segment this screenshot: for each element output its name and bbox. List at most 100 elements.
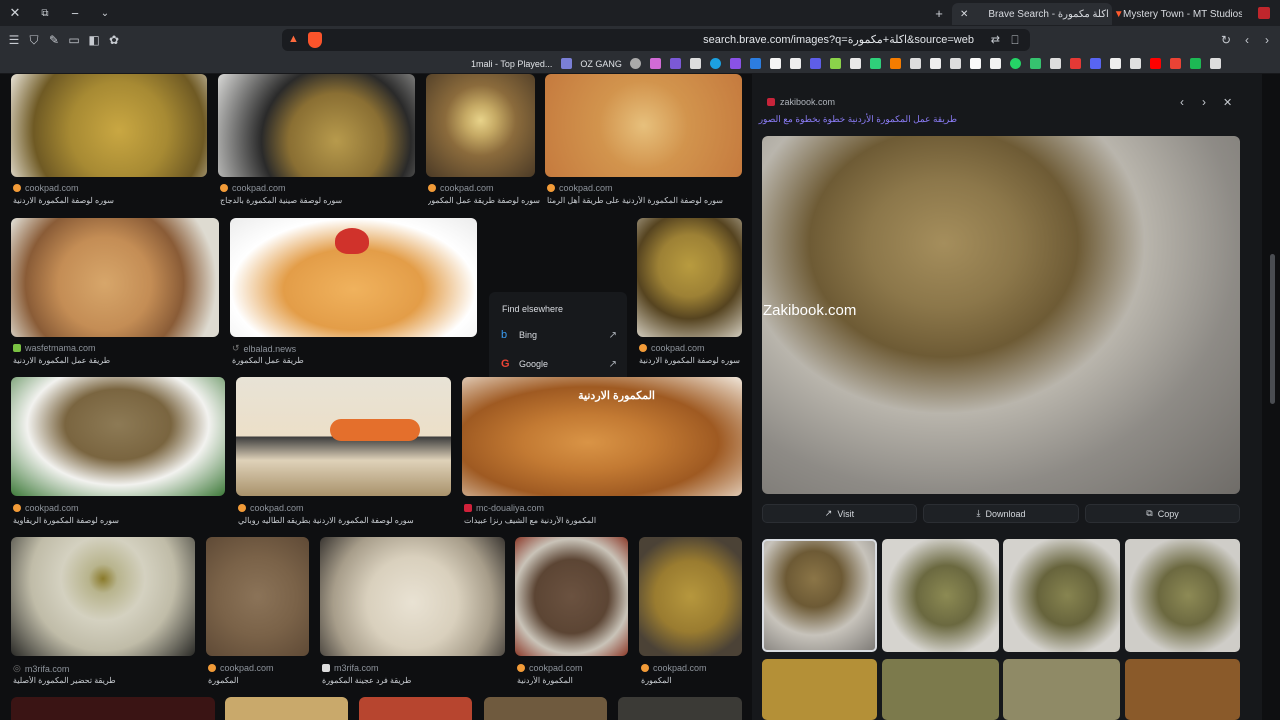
bookmark-1mali[interactable]: 1mali - Top Played...	[468, 56, 555, 72]
visit-button[interactable]: ↗ Visit	[762, 504, 917, 523]
related-thumbnail[interactable]	[1125, 539, 1240, 652]
back-icon[interactable]: ‹	[1237, 30, 1257, 50]
result-caption[interactable]: سوره لوصفة المكمورة الاردنية بطريقه الطا…	[238, 516, 453, 525]
related-thumbnail[interactable]	[882, 539, 999, 652]
sidebar-icon[interactable]: ◧	[84, 30, 104, 50]
result-image[interactable]	[545, 74, 742, 177]
related-thumbnail[interactable]	[1003, 659, 1120, 720]
extensions-icon[interactable]: ✎	[44, 30, 64, 50]
share-icon[interactable]: ⇄	[991, 33, 1000, 46]
result-source[interactable]: cookpad.com	[547, 183, 613, 193]
result-image[interactable]	[11, 697, 215, 720]
result-caption[interactable]: المكمورة	[641, 676, 741, 685]
preview-title-link[interactable]: طريقة عمل المكمورة الأردنية خطوة بخطوة م…	[759, 114, 957, 125]
close-tab-icon[interactable]: ✕	[960, 9, 968, 20]
bookmark-icon[interactable]	[1070, 58, 1082, 69]
bookmark-icon[interactable]	[890, 58, 902, 69]
bookmark-icon[interactable]	[850, 58, 862, 69]
result-source[interactable]: cookpad.com	[13, 503, 79, 513]
result-image[interactable]	[218, 74, 415, 177]
preview-source[interactable]: zakibook.com	[767, 97, 835, 107]
preview-next-icon[interactable]: ›	[1202, 95, 1206, 109]
new-tab-button[interactable]: +	[924, 0, 954, 26]
bookmark-icon[interactable]	[930, 58, 942, 69]
reload-icon[interactable]: ↻	[1216, 30, 1236, 50]
result-image[interactable]	[484, 697, 607, 720]
related-thumbnail[interactable]	[762, 539, 877, 652]
result-source[interactable]: cookpad.com	[220, 183, 286, 193]
result-caption[interactable]: طريقة عمل المكمورة	[232, 356, 472, 365]
result-caption[interactable]: طريقة تحضير المكمورة الأصلية	[13, 676, 193, 685]
bookmark-icon[interactable]	[910, 58, 922, 69]
copy-button[interactable]: ⧉ Copy	[1085, 504, 1240, 523]
related-thumbnail[interactable]	[1125, 659, 1240, 720]
result-caption[interactable]: سوره لوصفة صينية المكمورة بالدجاج	[220, 196, 410, 205]
page-scrollbar[interactable]	[1266, 74, 1280, 720]
result-caption[interactable]: سوره لوصفة طريقة عمل المكمورة الاردنية	[428, 196, 540, 205]
result-image[interactable]	[359, 697, 472, 720]
result-caption[interactable]: طريقة فرد عجينة المكمورة	[322, 676, 502, 685]
bookmark-icon[interactable]	[990, 58, 1002, 69]
bookmark-icon[interactable]	[1010, 58, 1022, 69]
result-image[interactable]	[206, 537, 309, 656]
bookmark-icon[interactable]	[560, 58, 572, 69]
result-image[interactable]	[426, 74, 535, 177]
result-source[interactable]: cookpad.com	[517, 663, 583, 673]
related-thumbnail[interactable]	[1003, 539, 1120, 652]
bookmark-icon[interactable]	[1050, 58, 1062, 69]
bookmark-icon[interactable]	[650, 58, 662, 69]
result-caption[interactable]: سوره لوصفة المكمورة الاردنية	[13, 196, 203, 205]
bookmark-oz-gang[interactable]: OZ GANG	[577, 56, 625, 72]
scrollbar-thumb[interactable]	[1270, 254, 1275, 404]
result-source[interactable]: mc-doualiya.com	[464, 503, 544, 513]
bookmark-icon[interactable]	[670, 58, 682, 69]
tab-mystery-town[interactable]: Mystery Town - MT Studios | MTRP |	[1115, 3, 1250, 25]
result-image[interactable]	[225, 697, 348, 720]
bookmark-icon[interactable]	[1130, 58, 1142, 69]
result-caption[interactable]: سوره لوصفة المكمورة الأردنية على طريقة أ…	[547, 196, 742, 205]
bookmark-icon[interactable]	[950, 58, 962, 69]
brave-rewards-icon[interactable]: ▲	[288, 33, 302, 47]
result-image[interactable]	[639, 537, 742, 656]
result-caption[interactable]: سوره لوصفة المكمورة الاردنية	[639, 356, 742, 365]
preview-close-icon[interactable]: ✕	[1223, 96, 1232, 109]
find-on-google[interactable]: G Google ↗	[501, 355, 617, 373]
bookmark-icon[interactable]	[1190, 58, 1202, 69]
bookmark-icon[interactable]: ⎕	[1005, 30, 1025, 50]
result-caption[interactable]: المكمورة الأردنية	[517, 676, 627, 685]
result-image[interactable]	[11, 377, 225, 496]
result-source[interactable]: cookpad.com	[639, 343, 705, 353]
result-source[interactable]: ↺ elbalad.news	[232, 343, 296, 354]
find-on-bing[interactable]: b Bing ↗	[501, 326, 617, 344]
bookmark-icon[interactable]	[1170, 58, 1182, 69]
related-thumbnail[interactable]	[762, 659, 877, 720]
bookmark-icon[interactable]	[690, 58, 702, 69]
result-caption[interactable]: سوره لوصفة المكمورة الريفاوية	[13, 516, 223, 525]
result-image[interactable]	[637, 218, 742, 337]
forward-icon[interactable]: ›	[1257, 30, 1277, 50]
result-image[interactable]	[515, 537, 628, 656]
puzzle-icon[interactable]: ✿	[104, 30, 124, 50]
bookmark-icon[interactable]	[870, 58, 882, 69]
bookmark-icon[interactable]	[1210, 58, 1222, 69]
close-window-icon[interactable]: ✕	[0, 0, 30, 26]
address-bar[interactable]: ▲ search.brave.com/images?q=اكلة+مكمورة&…	[282, 29, 1030, 51]
bookmark-icon[interactable]	[1090, 58, 1102, 69]
url-text[interactable]: search.brave.com/images?q=اكلة+مكمورة&so…	[703, 29, 974, 51]
result-image[interactable]	[618, 697, 742, 720]
result-image[interactable]	[11, 537, 195, 656]
result-source[interactable]: cookpad.com	[641, 663, 707, 673]
wallet-icon[interactable]: ▭	[64, 30, 84, 50]
shield-icon[interactable]: ⛉	[24, 30, 44, 50]
result-image[interactable]	[11, 218, 219, 337]
result-source[interactable]: cookpad.com	[428, 183, 494, 193]
bookmark-icon[interactable]	[970, 58, 982, 69]
result-caption[interactable]: المكمورة	[208, 676, 308, 685]
bookmark-icon[interactable]	[730, 58, 742, 69]
bookmark-icon[interactable]	[1150, 58, 1162, 69]
bookmark-icon[interactable]	[710, 58, 722, 69]
result-source[interactable]: cookpad.com	[13, 183, 79, 193]
tab-overview-icon[interactable]: ⧉	[30, 0, 60, 26]
bookmark-icon[interactable]	[790, 58, 802, 69]
tab-brave-search[interactable]: ✕ Brave Search - اكلة مكمورة ▼	[952, 3, 1124, 25]
